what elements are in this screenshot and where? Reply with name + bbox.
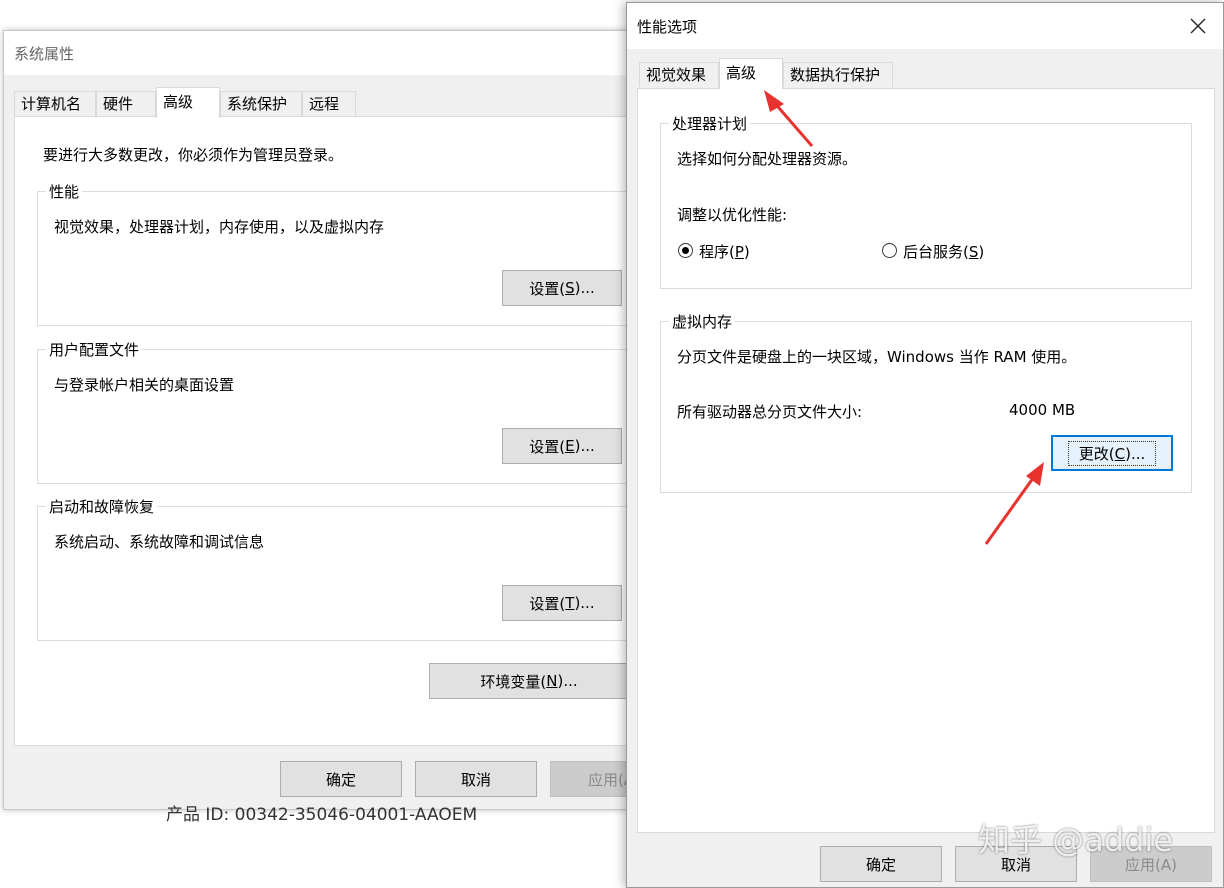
virtual-memory-desc: 分页文件是硬盘上的一块区域，Windows 当作 RAM 使用。	[677, 348, 1077, 366]
sys-cancel-button[interactable]: 取消	[415, 761, 537, 797]
product-id: 产品 ID: 00342-35046-04001-AAOEM	[166, 805, 478, 825]
programs-label[interactable]: 程序(P)	[699, 241, 750, 262]
perf-advanced-panel: 处理器计划 选择如何分配处理器资源。 调整以优化性能: 程序(P) 后台服务(S…	[637, 88, 1215, 833]
paging-total-value: 4000 MB	[1009, 401, 1076, 419]
perf-ok-button[interactable]: 确定	[820, 846, 942, 882]
title-bar: 系统属性	[4, 31, 642, 75]
perf-window-title: 性能选项	[637, 18, 698, 36]
startup-recovery-settings-button[interactable]: 设置(T)...	[502, 585, 622, 621]
startup-recovery-label: 启动和故障恢复	[46, 496, 158, 517]
user-profile-label: 用户配置文件	[46, 339, 143, 360]
performance-options-window: 性能选项 视觉效果 高级 数据执行保护 处理器计划 选择如何分配处理器资源。 调…	[626, 2, 1224, 888]
advanced-panel: 要进行大多数更改，你必须作为管理员登录。 性能 视觉效果，处理器计划，内存使用，…	[14, 116, 647, 746]
processor-scheduling-label: 处理器计划	[669, 113, 751, 134]
performance-group: 性能 视觉效果，处理器计划，内存使用，以及虚拟内存 设置(S)...	[37, 181, 647, 326]
user-profile-settings-button[interactable]: 设置(E)...	[502, 428, 622, 464]
processor-scheduling-group: 处理器计划 选择如何分配处理器资源。 调整以优化性能: 程序(P) 后台服务(S…	[660, 113, 1192, 289]
close-icon[interactable]	[1183, 11, 1213, 41]
user-profile-desc: 与登录帐户相关的桌面设置	[54, 376, 235, 394]
virtual-memory-group: 虚拟内存 分页文件是硬盘上的一块区域，Windows 当作 RAM 使用。 所有…	[660, 311, 1192, 493]
perf-tab-strip: 视觉效果 高级 数据执行保护	[639, 58, 1199, 89]
virtual-memory-label: 虚拟内存	[669, 311, 736, 332]
tab-system-protection[interactable]: 系统保护	[220, 91, 302, 116]
change-virtual-memory-button[interactable]: 更改(C)...	[1051, 435, 1173, 471]
adjust-label: 调整以优化性能:	[677, 206, 788, 224]
background-services-radio[interactable]	[882, 243, 897, 258]
background-services-label[interactable]: 后台服务(S)	[903, 241, 984, 262]
performance-label: 性能	[46, 181, 83, 202]
tab-remote[interactable]: 远程	[302, 91, 356, 116]
tab-dep[interactable]: 数据执行保护	[783, 62, 893, 87]
environment-variables-button[interactable]: 环境变量(N)...	[429, 663, 629, 699]
admin-notice: 要进行大多数更改，你必须作为管理员登录。	[43, 146, 344, 164]
window-title: 系统属性	[14, 45, 75, 63]
watermark: 知乎 @addie	[978, 821, 1173, 859]
startup-recovery-group: 启动和故障恢复 系统启动、系统故障和调试信息 设置(T)...	[37, 496, 647, 641]
tab-computer-name[interactable]: 计算机名	[14, 91, 96, 116]
perf-title-bar: 性能选项	[627, 3, 1223, 49]
user-profile-group: 用户配置文件 与登录帐户相关的桌面设置 设置(E)...	[37, 339, 647, 484]
paging-total-label: 所有驱动器总分页文件大小:	[677, 403, 863, 421]
tab-hardware[interactable]: 硬件	[96, 91, 156, 116]
sys-ok-button[interactable]: 确定	[280, 761, 402, 797]
programs-radio[interactable]	[678, 243, 693, 258]
tab-strip: 计算机名 硬件 高级 系统保护 远程	[14, 87, 634, 118]
performance-settings-button[interactable]: 设置(S)...	[502, 270, 622, 306]
system-properties-window: 系统属性 计算机名 硬件 高级 系统保护 远程 要进行大多数更改，你必须作为管理…	[3, 30, 672, 810]
performance-desc: 视觉效果，处理器计划，内存使用，以及虚拟内存	[54, 218, 385, 236]
tab-visual-effects[interactable]: 视觉效果	[639, 62, 719, 87]
tab-perf-advanced[interactable]: 高级	[719, 58, 783, 89]
processor-desc: 选择如何分配处理器资源。	[677, 150, 858, 168]
startup-recovery-desc: 系统启动、系统故障和调试信息	[54, 533, 265, 551]
tab-advanced[interactable]: 高级	[156, 87, 220, 118]
